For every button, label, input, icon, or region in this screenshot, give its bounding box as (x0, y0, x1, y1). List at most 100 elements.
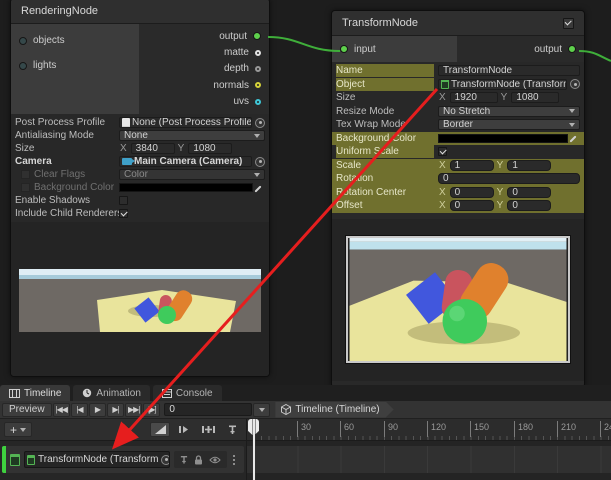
object-picker-icon[interactable] (255, 157, 265, 167)
marker-toggle-button[interactable] (222, 422, 242, 437)
lock-icon[interactable] (194, 455, 203, 465)
transform-node-panel[interactable]: TransformNode input output Name Transfor… (331, 10, 585, 388)
port-output[interactable]: output (457, 36, 584, 62)
tab-bar: Timeline Animation Console (0, 385, 611, 401)
object-picker-icon[interactable] (570, 79, 580, 89)
row-object: Object TransformNode (Transform Node (332, 78, 584, 92)
camera-field[interactable]: Main Camera (Camera) (119, 156, 252, 167)
objects-port-icon[interactable] (19, 37, 27, 45)
mix-mode-button[interactable] (150, 422, 170, 437)
input-port-icon[interactable] (340, 45, 348, 53)
chevron-down-icon (259, 408, 265, 412)
add-track-button[interactable]: + (4, 422, 32, 437)
object-picker-icon[interactable] (255, 118, 265, 128)
size-y-field[interactable]: 1080 (188, 143, 232, 154)
eye-icon[interactable] (209, 456, 221, 464)
pin-icon[interactable] (180, 455, 188, 465)
background-color-checkbox[interactable] (21, 183, 30, 192)
object-field[interactable]: TransformNode (Transform Node (438, 79, 567, 90)
track-lane[interactable] (247, 446, 611, 473)
ruler-label: 30 (297, 421, 311, 437)
uniform-scale-checkbox[interactable] (438, 147, 447, 156)
depth-port-icon[interactable] (255, 66, 261, 72)
rotation-center-y-field[interactable]: 0 (507, 187, 551, 198)
frame-number-field[interactable]: 0 (164, 403, 252, 416)
rotation-center-x-field[interactable]: 0 (450, 187, 494, 198)
offset-y-field[interactable]: 0 (507, 200, 551, 211)
mix-mode-icon (155, 425, 166, 434)
timeline-breadcrumb[interactable]: Timeline (Timeline) (275, 402, 393, 418)
wire-rendering-to-transform[interactable] (268, 37, 340, 51)
size-y-field[interactable]: 1080 (511, 92, 559, 103)
next-frame-button[interactable]: ▶| (107, 403, 124, 417)
timeline-toolbar: Preview |◀◀ |◀ ▶ ▶| ▶▶| [▶] 0 Timeline (… (0, 401, 611, 419)
tex-wrap-mode-dropdown[interactable]: Border (438, 119, 580, 130)
name-field[interactable]: TransformNode (438, 65, 580, 76)
port-input[interactable]: input (332, 36, 457, 62)
tab-animation[interactable]: Animation (73, 385, 149, 401)
transform-node-header[interactable]: TransformNode (332, 11, 584, 36)
eyedropper-icon[interactable] (570, 133, 580, 143)
rendering-node-panel[interactable]: RenderingNode objects lights output matt… (10, 0, 270, 377)
eyedropper-icon[interactable] (255, 183, 265, 193)
resize-mode-dropdown[interactable]: No Stretch (438, 106, 580, 117)
scale-y-field[interactable]: 1 (507, 160, 551, 171)
transform-track[interactable]: TransformNode (Transform (2, 446, 244, 473)
replace-mode-button[interactable] (198, 422, 218, 437)
ruler-label: 180 (514, 421, 533, 437)
transform-node-preview (332, 219, 584, 381)
chevron-down-icon (20, 428, 26, 432)
chevron-down-icon (569, 123, 575, 127)
antialiasing-dropdown[interactable]: None (119, 130, 265, 141)
matte-port-icon[interactable] (255, 50, 261, 56)
port-objects[interactable]: objects (11, 28, 139, 53)
go-to-start-button[interactable]: |◀◀ (53, 403, 70, 417)
include-child-renderers-checkbox[interactable] (119, 209, 128, 218)
clear-flags-checkbox[interactable] (21, 170, 30, 179)
size-x-field[interactable]: 1920 (450, 92, 498, 103)
lights-port-icon[interactable] (19, 62, 27, 70)
normals-port-icon[interactable] (255, 82, 261, 88)
track-object-field[interactable]: TransformNode (Transform (24, 451, 170, 468)
track-buttons (174, 451, 227, 468)
row-background-color-left: Background Color (11, 181, 269, 194)
post-process-profile-field[interactable]: None (Post Process Profile) (119, 117, 252, 128)
row-size: Size X 3840 Y 1080 (11, 142, 269, 155)
scale-x-field[interactable]: 1 (450, 160, 494, 171)
tab-console[interactable]: Console (153, 385, 222, 401)
port-lights[interactable]: lights (11, 53, 139, 78)
tab-timeline[interactable]: Timeline (0, 385, 70, 401)
port-output[interactable]: output (139, 28, 269, 44)
row-scale: Scale X 1 Y 1 (332, 159, 584, 173)
port-normals[interactable]: normals (139, 77, 269, 93)
output-port-icon[interactable] (253, 32, 261, 40)
track-content-area[interactable] (247, 441, 611, 480)
rotation-field[interactable]: 0 (438, 173, 580, 184)
ripple-mode-button[interactable] (174, 422, 194, 437)
port-uvs[interactable]: uvs (139, 94, 269, 110)
go-to-end-button[interactable]: ▶▶| (125, 403, 142, 417)
uvs-port-icon[interactable] (255, 99, 261, 105)
ruler-label: 150 (470, 421, 489, 437)
ruler-label: 90 (384, 421, 398, 437)
node-enabled-checkbox[interactable] (563, 18, 574, 29)
timeline-ruler[interactable]: 30 60 90 120 150 180 210 240 (247, 419, 611, 440)
previous-frame-button[interactable]: |◀ (71, 403, 88, 417)
track-menu-icon[interactable] (233, 455, 235, 465)
offset-x-field[interactable]: 0 (450, 200, 494, 211)
preview-toggle[interactable]: Preview (2, 403, 52, 417)
enable-shadows-checkbox[interactable] (119, 196, 128, 205)
port-matte[interactable]: matte (139, 44, 269, 60)
play-button[interactable]: ▶ (89, 403, 106, 417)
output-port-icon[interactable] (568, 45, 576, 53)
background-color-swatch[interactable] (119, 183, 253, 192)
timeline-options-dropdown[interactable] (253, 403, 270, 417)
size-x-field[interactable]: 3840 (131, 143, 175, 154)
camera-icon (122, 158, 132, 165)
port-depth[interactable]: depth (139, 61, 269, 77)
background-color-swatch[interactable] (438, 134, 568, 143)
clear-flags-dropdown[interactable]: Color (119, 169, 265, 180)
play-range-button[interactable]: [▶] (143, 403, 160, 417)
rendering-node-header[interactable]: RenderingNode (11, 0, 269, 24)
object-picker-icon[interactable] (161, 455, 170, 465)
